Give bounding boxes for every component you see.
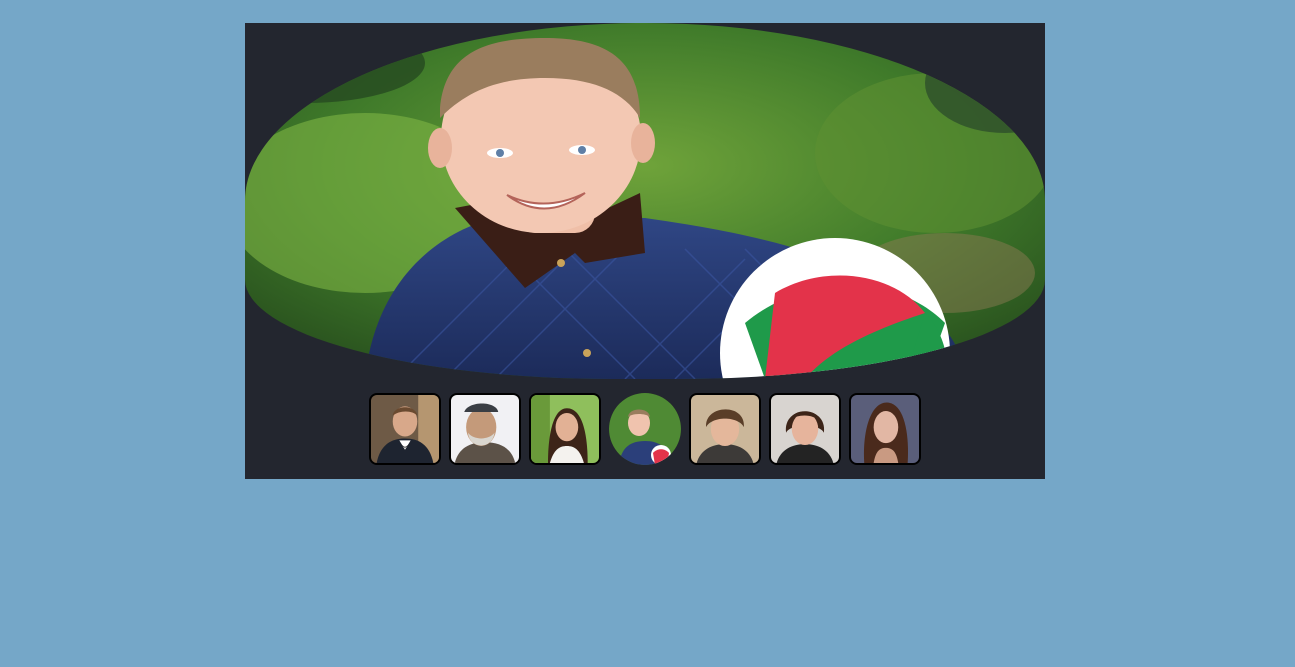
portrait-bearded-man-cap-image bbox=[451, 395, 519, 463]
thumbnail-5[interactable] bbox=[689, 393, 761, 465]
image-gallery bbox=[245, 23, 1045, 479]
thumbnail-2[interactable] bbox=[449, 393, 521, 465]
portrait-man-tuxedo-image bbox=[371, 395, 439, 463]
portrait-girl-dark-hair-image bbox=[531, 395, 599, 463]
portrait-young-woman-image bbox=[851, 395, 919, 463]
main-image bbox=[245, 23, 1045, 379]
portrait-boy-with-ball-image bbox=[245, 23, 1045, 379]
thumbnail-7[interactable] bbox=[849, 393, 921, 465]
thumbnail-6[interactable] bbox=[769, 393, 841, 465]
thumbnail-strip bbox=[245, 393, 1045, 465]
portrait-woman-short-hair-image bbox=[771, 395, 839, 463]
portrait-young-man-shaggy-hair-image bbox=[691, 395, 759, 463]
portrait-boy-with-ball-image bbox=[609, 393, 681, 465]
thumbnail-4-active[interactable] bbox=[609, 393, 681, 465]
thumbnail-1[interactable] bbox=[369, 393, 441, 465]
thumbnail-3[interactable] bbox=[529, 393, 601, 465]
